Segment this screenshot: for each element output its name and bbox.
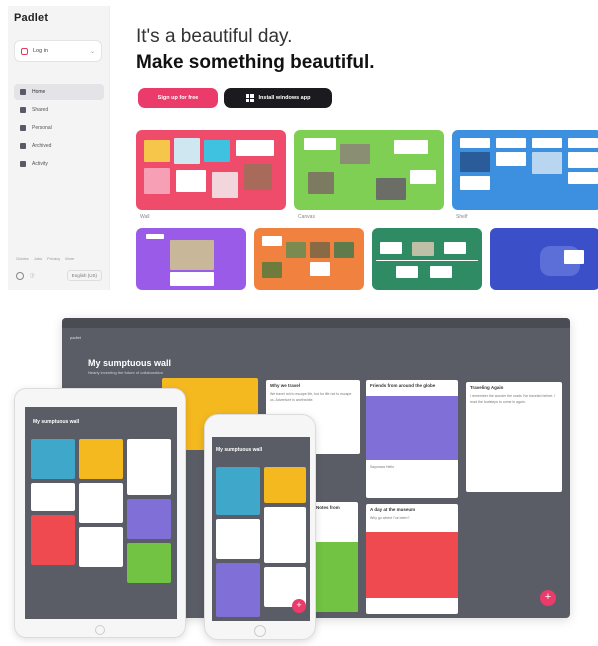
sidebar: Padlet Log in ⌄ Home Shared Personal Arc…: [8, 6, 110, 290]
help-icon[interactable]: [16, 271, 24, 280]
footer-links: Guides Jobs Privacy More: [16, 256, 74, 261]
padlet-logo[interactable]: Padlet: [14, 12, 48, 24]
wall-title: My sumptuous wall: [88, 358, 172, 368]
post-text: Sayonara Hello: [370, 465, 394, 469]
post-card[interactable]: [127, 543, 171, 583]
login-icon: [21, 47, 28, 55]
post-text: We travel not to escape life, but for li…: [270, 392, 352, 402]
sidebar-item-home[interactable]: Home: [14, 84, 104, 100]
tablet-screen: My sumptuous wall: [25, 407, 177, 619]
tablet-device: My sumptuous wall: [14, 388, 186, 638]
post-text: I remember the wonder the roads I've tra…: [470, 394, 556, 404]
post-card[interactable]: [264, 507, 306, 563]
template-timeline[interactable]: [372, 228, 482, 290]
signup-button[interactable]: Sign up for free: [138, 88, 218, 108]
sidebar-item-label: Shared: [32, 107, 49, 113]
install-app-button[interactable]: Install windows app: [224, 88, 332, 108]
template-label-shelf: Shelf: [456, 214, 468, 220]
install-app-label: Install windows app: [258, 95, 311, 101]
post-card[interactable]: [79, 439, 123, 479]
sidebar-nav: Home Shared Personal Archived Activity: [14, 84, 104, 174]
login-button[interactable]: Log in ⌄: [14, 40, 102, 62]
desktop-brand: padlet: [70, 335, 81, 340]
sidebar-item-shared[interactable]: Shared: [14, 102, 104, 118]
people-icon: [20, 107, 26, 113]
template-map[interactable]: [490, 228, 598, 290]
post-title: Traveling Again: [470, 385, 504, 390]
footer-link-guides[interactable]: Guides: [16, 256, 29, 261]
template-canvas[interactable]: [294, 130, 444, 210]
template-label-canvas: Canvas: [298, 214, 315, 220]
post-card[interactable]: A day at the museum Why go where I've be…: [366, 504, 458, 614]
post-card[interactable]: [79, 483, 123, 523]
sidebar-item-personal[interactable]: Personal: [14, 120, 104, 136]
phone-add-post-button[interactable]: +: [292, 599, 306, 613]
home-icon: [20, 89, 26, 95]
post-card[interactable]: [216, 519, 260, 559]
phone-home-button[interactable]: [254, 625, 266, 637]
language-select[interactable]: English (US): [66, 270, 102, 281]
post-title: A day at the museum: [370, 507, 416, 512]
post-card[interactable]: [31, 515, 75, 565]
template-label-wall: Wall: [140, 214, 150, 220]
sidebar-item-label: Activity: [32, 161, 48, 167]
sidebar-item-label: Archived: [32, 143, 52, 149]
post-card[interactable]: Friends from around the globe Sayonara H…: [366, 380, 458, 498]
post-card[interactable]: [127, 499, 171, 539]
post-card[interactable]: [264, 467, 306, 503]
hero-tagline: Make something beautiful.: [136, 52, 375, 73]
sidebar-item-activity[interactable]: Activity: [14, 156, 104, 172]
post-card[interactable]: [79, 527, 123, 567]
login-label: Log in: [33, 48, 48, 54]
phone-device: My sumptuous wall +: [204, 414, 316, 640]
post-title: Notes from: [316, 505, 340, 510]
post-text: Why go where I've been?: [370, 516, 410, 520]
sidebar-item-archived[interactable]: Archived: [14, 138, 104, 154]
sidebar-item-label: Home: [32, 89, 46, 95]
device-mockup: padlet My sumptuous wall Nearly inventin…: [0, 308, 598, 646]
phone-screen: My sumptuous wall +: [212, 437, 310, 621]
post-card[interactable]: [31, 439, 75, 479]
tablet-home-button[interactable]: [95, 625, 105, 635]
footer-link-jobs[interactable]: Jobs: [34, 256, 42, 261]
post-card[interactable]: [216, 467, 260, 515]
chart-icon: [20, 161, 26, 167]
template-grid[interactable]: [254, 228, 364, 290]
template-shelf[interactable]: [452, 130, 598, 210]
tablet-wall-title: My sumptuous wall: [33, 419, 80, 425]
post-card[interactable]: [127, 439, 171, 495]
hero-greeting: It's a beautiful day.: [136, 26, 293, 47]
post-card[interactable]: [216, 563, 260, 617]
template-stream[interactable]: [136, 228, 246, 290]
archive-icon: [20, 143, 26, 149]
footer-link-privacy[interactable]: Privacy: [47, 256, 60, 261]
post-card[interactable]: [31, 483, 75, 511]
padlet-home-screen: Padlet Log in ⌄ Home Shared Personal Arc…: [8, 6, 598, 290]
sidebar-item-label: Personal: [32, 125, 52, 131]
footer-link-more[interactable]: More: [65, 256, 74, 261]
post-card[interactable]: Traveling Again I remember the wonder th…: [466, 382, 562, 492]
add-post-button[interactable]: +: [540, 590, 556, 606]
post-card[interactable]: Notes from: [312, 502, 358, 612]
chevron-down-icon: ⌄: [89, 48, 95, 55]
post-title: Why we travel: [270, 383, 301, 388]
phone-wall-title: My sumptuous wall: [216, 447, 263, 453]
person-icon: [20, 125, 26, 131]
template-wall[interactable]: [136, 130, 286, 210]
wall-subtitle: Nearly inventing the future of collabora…: [88, 370, 163, 375]
info-icon[interactable]: ⓘ: [30, 273, 35, 279]
post-title: Friends from around the globe: [370, 383, 436, 388]
windows-icon: [245, 94, 254, 102]
footer-settings: ⓘ English (US): [16, 270, 102, 281]
